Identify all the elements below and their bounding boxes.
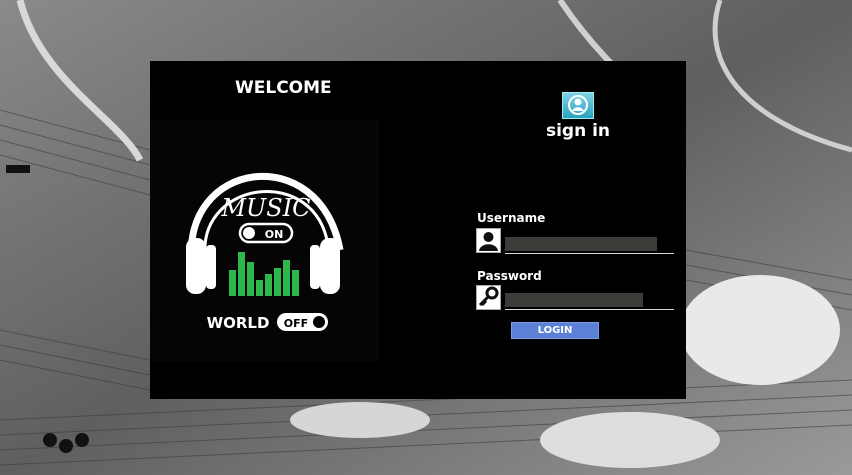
logo-off-label: OFF [284, 317, 308, 330]
username-label: Username [477, 211, 546, 225]
username-field[interactable] [505, 237, 657, 251]
headphones-logo-icon: MUSIC ON WORLD OFF [186, 172, 344, 332]
username-underline [505, 253, 674, 254]
login-button[interactable]: LOGIN [511, 322, 599, 339]
logo-top-word: MUSIC [220, 194, 310, 222]
sign-in-title: sign in [545, 121, 611, 141]
login-panel: WELCOME MUSIC ON WORLD OFF sign in Usern… [150, 61, 686, 399]
password-field[interactable] [505, 293, 643, 307]
logo-on-label: ON [265, 228, 284, 241]
password-underline [505, 309, 674, 310]
music-world-logo: MUSIC ON WORLD OFF [150, 120, 379, 362]
user-avatar-icon [562, 92, 594, 119]
user-silhouette-icon [476, 228, 501, 253]
key-icon [476, 285, 501, 310]
password-label: Password [477, 269, 542, 283]
welcome-heading: WELCOME [235, 78, 332, 98]
logo-bottom-word: WORLD [207, 314, 270, 332]
